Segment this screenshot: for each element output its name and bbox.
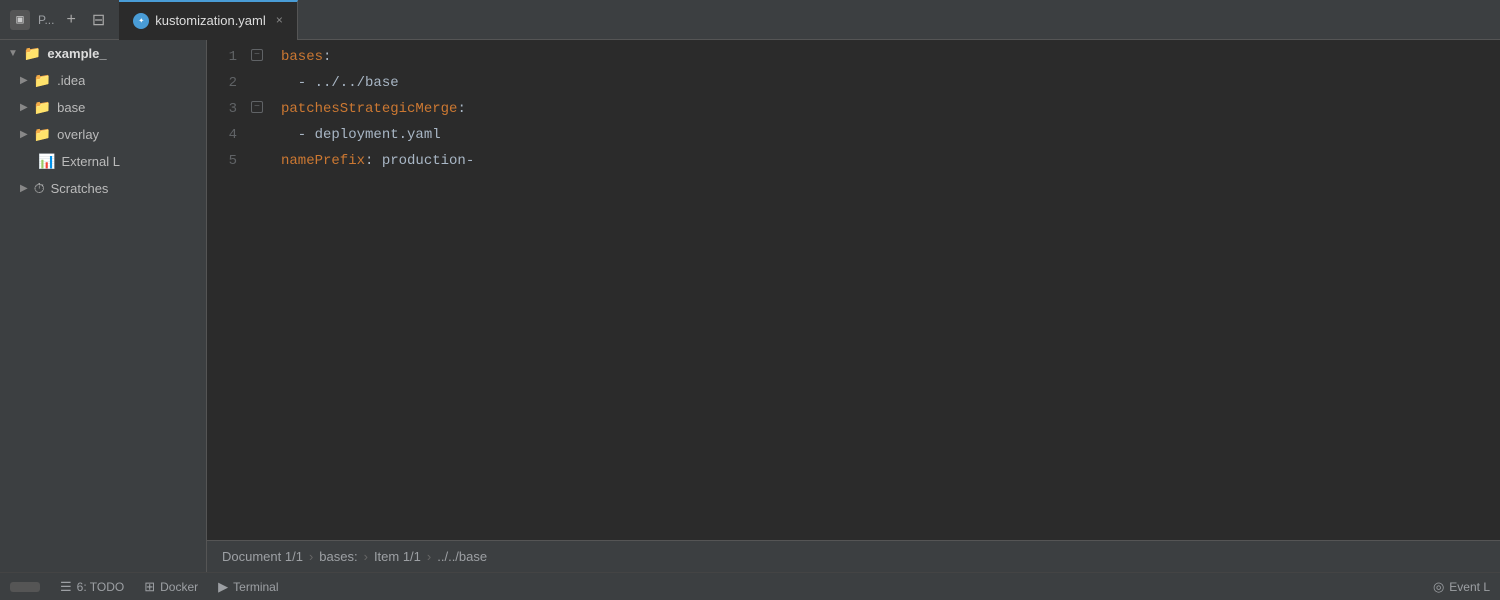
event-log-button[interactable]: ◎ Event L	[1433, 579, 1490, 595]
sidebar-item-overlay[interactable]: ▶ 📁 overlay	[0, 121, 206, 148]
sidebar-item-idea[interactable]: ▶ 📁 .idea	[0, 67, 206, 94]
tab-close-button[interactable]: ×	[276, 14, 283, 28]
external-libraries-icon: 📊	[38, 153, 55, 170]
todo-icon: ☰	[60, 579, 72, 595]
breadcrumb-document: Document 1/1	[222, 549, 303, 564]
sidebar-root-label: example_	[47, 46, 106, 61]
line-number-5: 5	[207, 148, 237, 174]
editor-content[interactable]: 1 2 3 4 5 − − bases: - ../../base	[207, 40, 1500, 540]
line-number-4: 4	[207, 122, 237, 148]
layout-button[interactable]: ⊟	[88, 8, 109, 32]
folder-icon: 📁	[34, 126, 51, 143]
line-numbers: 1 2 3 4 5	[207, 44, 247, 536]
sidebar: ▼ 📁 example_ ▶ 📁 .idea ▶ 📁 base ▶ 📁 over…	[0, 40, 207, 572]
code-editor[interactable]: bases: - ../../base patchesStrategicMerg…	[271, 44, 1500, 536]
main-content: ▼ 📁 example_ ▶ 📁 .idea ▶ 📁 base ▶ 📁 over…	[0, 40, 1500, 572]
line-number-2: 2	[207, 70, 237, 96]
kustomization-tab-icon: ✦	[133, 13, 149, 29]
tab-label: kustomization.yaml	[155, 13, 266, 28]
chevron-right-icon: ▶	[20, 75, 28, 86]
breadcrumb-path: ../../base	[437, 549, 487, 564]
chevron-down-icon: ▼	[8, 48, 18, 59]
breadcrumb-key: bases:	[319, 549, 357, 564]
code-line-4: - deployment.yaml	[281, 122, 1500, 148]
editor-area: 1 2 3 4 5 − − bases: - ../../base	[207, 40, 1500, 572]
sidebar-item-label: External L	[61, 154, 120, 169]
sidebar-root-item[interactable]: ▼ 📁 example_	[0, 40, 206, 67]
sidebar-item-base[interactable]: ▶ 📁 base	[0, 94, 206, 121]
line-number-3: 3	[207, 96, 237, 122]
docker-icon: ⊞	[144, 579, 155, 595]
status-bar: Document 1/1 › bases: › Item 1/1 › ../..…	[207, 540, 1500, 572]
chevron-right-icon: ▶	[20, 129, 28, 140]
title-bar-left: ▣ P... + ⊟	[0, 8, 119, 32]
folder-icon: 📁	[34, 99, 51, 116]
event-icon: ◎	[1433, 579, 1444, 595]
terminal-icon: ▶	[218, 579, 228, 595]
sidebar-item-external-libraries[interactable]: 📊 External L	[0, 148, 206, 175]
chevron-right-icon: ▶	[20, 183, 28, 194]
breadcrumb-sep-1: ›	[309, 549, 313, 564]
sidebar-item-label: overlay	[57, 127, 99, 142]
event-label: Event L	[1449, 580, 1490, 594]
todo-button[interactable]: ☰ 6: TODO	[60, 579, 124, 595]
scroll-indicator	[10, 582, 40, 592]
sidebar-item-label: .idea	[57, 73, 85, 88]
sidebar-item-label: base	[57, 100, 85, 115]
window-label[interactable]: P...	[38, 13, 54, 27]
fold-icon-line-3[interactable]: −	[251, 101, 263, 113]
editor-tab[interactable]: ✦ kustomization.yaml ×	[119, 0, 298, 40]
toolbar-right: ◎ Event L	[1433, 579, 1490, 595]
tab-bar: ✦ kustomization.yaml ×	[119, 0, 1500, 40]
code-line-3: patchesStrategicMerge:	[281, 96, 1500, 122]
folder-icon: 📁	[24, 45, 41, 62]
terminal-button[interactable]: ▶ Terminal	[218, 579, 278, 595]
add-tab-button[interactable]: +	[62, 9, 79, 31]
code-line-5: namePrefix: production-	[281, 148, 1500, 174]
docker-button[interactable]: ⊞ Docker	[144, 579, 198, 595]
folder-icon: 📁	[34, 72, 51, 89]
fold-icon-line-1[interactable]: −	[251, 49, 263, 61]
sidebar-item-scratches[interactable]: ▶ ⏱ Scratches	[0, 175, 206, 202]
todo-label: 6: TODO	[77, 580, 125, 594]
chevron-right-icon: ▶	[20, 102, 28, 113]
title-bar: ▣ P... + ⊟ ✦ kustomization.yaml ×	[0, 0, 1500, 40]
code-line-1: bases:	[281, 44, 1500, 70]
terminal-label: Terminal	[233, 580, 278, 594]
breadcrumb-sep-2: ›	[364, 549, 368, 564]
bottom-toolbar: ☰ 6: TODO ⊞ Docker ▶ Terminal ◎ Event L	[0, 572, 1500, 600]
scratches-icon: ⏱	[34, 180, 45, 197]
editor-gutter: − −	[247, 44, 271, 536]
docker-label: Docker	[160, 580, 198, 594]
code-line-2: - ../../base	[281, 70, 1500, 96]
window-icon: ▣	[10, 10, 30, 30]
line-number-1: 1	[207, 44, 237, 70]
breadcrumb-sep-3: ›	[427, 549, 431, 564]
breadcrumb-item: Item 1/1	[374, 549, 421, 564]
sidebar-item-label: Scratches	[51, 181, 109, 196]
